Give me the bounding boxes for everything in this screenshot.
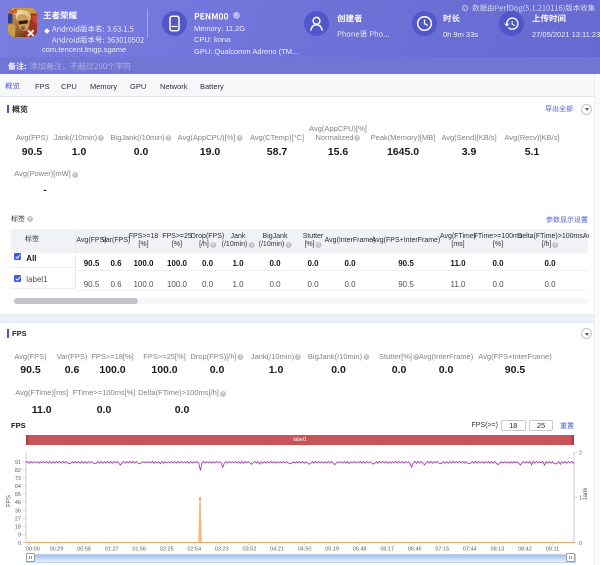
svg-text:18: 18: [15, 525, 21, 531]
svg-text:82: 82: [15, 468, 21, 474]
svg-text:08:13: 08:13: [491, 547, 505, 553]
svg-text:9: 9: [18, 533, 21, 539]
svg-text:FPS: FPS: [7, 495, 13, 507]
svg-text:36: 36: [15, 508, 21, 514]
svg-text:06:17: 06:17: [380, 547, 394, 553]
svg-text:46: 46: [15, 500, 21, 506]
svg-text:1: 1: [579, 496, 582, 502]
svg-text:03:52: 03:52: [243, 547, 257, 553]
svg-text:00:00: 00:00: [26, 547, 40, 553]
svg-text:02:25: 02:25: [160, 547, 174, 553]
svg-text:00:29: 00:29: [50, 547, 64, 553]
svg-text:04:50: 04:50: [298, 547, 312, 553]
svg-text:07:15: 07:15: [435, 547, 449, 553]
svg-text:01:56: 01:56: [132, 547, 146, 553]
svg-text:02:54: 02:54: [187, 547, 201, 553]
svg-text:05:48: 05:48: [353, 547, 367, 553]
svg-text:09:11: 09:11: [546, 547, 559, 553]
svg-text:91: 91: [15, 460, 21, 466]
svg-text:55: 55: [15, 492, 21, 498]
svg-text:64: 64: [15, 484, 21, 490]
svg-text:06:46: 06:46: [408, 547, 422, 553]
svg-text:04:21: 04:21: [270, 547, 284, 553]
svg-text:0: 0: [18, 541, 21, 547]
svg-text:27: 27: [15, 517, 21, 523]
svg-text:08:42: 08:42: [518, 547, 532, 553]
svg-text:07:44: 07:44: [463, 547, 477, 553]
svg-text:5v5: 5v5: [9, 9, 18, 15]
svg-text:73: 73: [15, 476, 21, 482]
svg-text:03:23: 03:23: [215, 547, 229, 553]
svg-text:01:27: 01:27: [105, 547, 119, 553]
svg-text:0: 0: [579, 541, 582, 547]
svg-text:2: 2: [579, 451, 582, 457]
svg-text:00:58: 00:58: [77, 547, 91, 553]
svg-text:Jank: Jank: [583, 487, 589, 501]
svg-text:05:19: 05:19: [325, 547, 339, 553]
